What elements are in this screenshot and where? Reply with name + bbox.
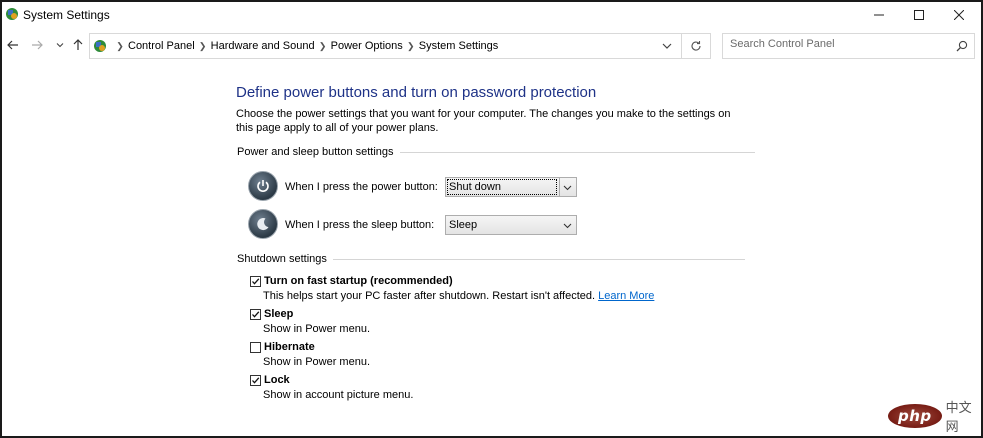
page-description: Choose the power settings that you want … — [236, 108, 731, 134]
close-button[interactable] — [939, 2, 979, 28]
sleep-button-label: When I press the sleep button: — [285, 219, 435, 231]
arrow-left-icon — [7, 40, 18, 50]
arrow-up-icon — [73, 39, 83, 50]
back-button[interactable] — [5, 37, 21, 53]
breadcrumb-control-panel[interactable]: Control Panel — [128, 40, 195, 52]
forward-button[interactable] — [29, 37, 45, 53]
fast-startup-description: This helps start your PC faster after sh… — [263, 290, 654, 302]
breadcrumb-system-settings[interactable]: System Settings — [419, 40, 498, 52]
sleep-button-icon — [248, 209, 278, 239]
power-icon — [257, 180, 269, 192]
close-icon — [954, 10, 964, 20]
checkmark-icon — [252, 377, 260, 384]
hibernate-option-title[interactable]: Hibernate — [264, 341, 315, 353]
php-logo: php — [888, 404, 942, 428]
search-icon[interactable] — [956, 40, 968, 52]
chevron-down-icon — [56, 43, 64, 48]
control-panel-app-icon — [6, 8, 18, 20]
minimize-icon — [874, 14, 884, 16]
moon-icon — [257, 218, 269, 231]
search-box[interactable] — [722, 33, 975, 59]
breadcrumb-hardware-and-sound[interactable]: Hardware and Sound — [211, 40, 315, 52]
chevron-down-icon — [563, 185, 572, 191]
window-title: System Settings — [23, 8, 110, 22]
section-heading-power-sleep: Power and sleep button settings — [237, 146, 755, 158]
section-heading-text: Power and sleep button settings — [237, 146, 394, 158]
title-bar: System Settings — [2, 2, 981, 28]
breadcrumb-power-options[interactable]: Power Options — [331, 40, 403, 52]
power-button-setting: When I press the power button: Shut down — [248, 171, 588, 205]
system-settings-window: System Settings ❯ Control Panel ❯ Hardwa… — [0, 0, 983, 438]
search-input[interactable] — [730, 38, 950, 50]
up-button[interactable] — [70, 37, 86, 53]
refresh-button[interactable] — [681, 34, 710, 58]
power-button-action-select[interactable]: Shut down — [445, 177, 577, 197]
lock-option-title[interactable]: Lock — [264, 374, 290, 386]
power-button-label: When I press the power button: — [285, 181, 438, 193]
breadcrumb-separator[interactable]: ❯ — [195, 41, 211, 52]
fast-startup-title[interactable]: Turn on fast startup (recommended) — [264, 275, 453, 287]
control-panel-icon — [94, 40, 106, 52]
section-heading-text: Shutdown settings — [237, 253, 327, 265]
minimize-button[interactable] — [859, 2, 899, 28]
breadcrumb-separator[interactable]: ❯ — [315, 41, 331, 52]
hibernate-option-description: Show in Power menu. — [263, 356, 370, 368]
refresh-icon — [691, 41, 701, 51]
learn-more-link[interactable]: Learn More — [598, 290, 654, 302]
hibernate-checkbox[interactable] — [250, 342, 261, 353]
lock-option-description: Show in account picture menu. — [263, 389, 414, 401]
checkmark-icon — [252, 278, 260, 285]
combo-divider — [559, 178, 560, 196]
section-divider — [332, 258, 745, 260]
fast-startup-desc-text: This helps start your PC faster after sh… — [263, 290, 596, 302]
sleep-option-description: Show in Power menu. — [263, 323, 370, 335]
power-button-icon — [248, 171, 278, 201]
sleep-option-title[interactable]: Sleep — [264, 308, 293, 320]
recent-locations-button[interactable] — [52, 37, 68, 53]
sleep-button-setting: When I press the sleep button: Sleep — [248, 209, 588, 243]
maximize-button[interactable] — [899, 2, 939, 28]
arrow-right-icon — [32, 40, 43, 50]
sleep-checkbox[interactable] — [250, 309, 261, 320]
checkmark-icon — [252, 311, 260, 318]
address-bar[interactable]: ❯ Control Panel ❯ Hardware and Sound ❯ P… — [89, 33, 711, 59]
chevron-down-icon — [563, 223, 572, 229]
sleep-button-action-select[interactable]: Sleep — [445, 215, 577, 235]
address-dropdown-icon[interactable] — [660, 39, 674, 53]
lock-checkbox[interactable] — [250, 375, 261, 386]
maximize-icon — [914, 10, 924, 20]
power-button-action-value: Shut down — [449, 181, 501, 193]
breadcrumb-separator[interactable]: ❯ — [112, 41, 128, 52]
php-watermark: php 中文网 — [888, 397, 983, 435]
breadcrumb-separator[interactable]: ❯ — [403, 41, 419, 52]
section-heading-shutdown: Shutdown settings — [237, 253, 745, 265]
watermark-text: 中文网 — [945, 400, 972, 434]
sleep-button-action-value: Sleep — [449, 219, 478, 231]
fast-startup-checkbox[interactable] — [250, 276, 261, 287]
section-divider — [399, 151, 755, 153]
page-title: Define power buttons and turn on passwor… — [236, 84, 597, 101]
breadcrumb: ❯ Control Panel ❯ Hardware and Sound ❯ P… — [112, 40, 498, 52]
